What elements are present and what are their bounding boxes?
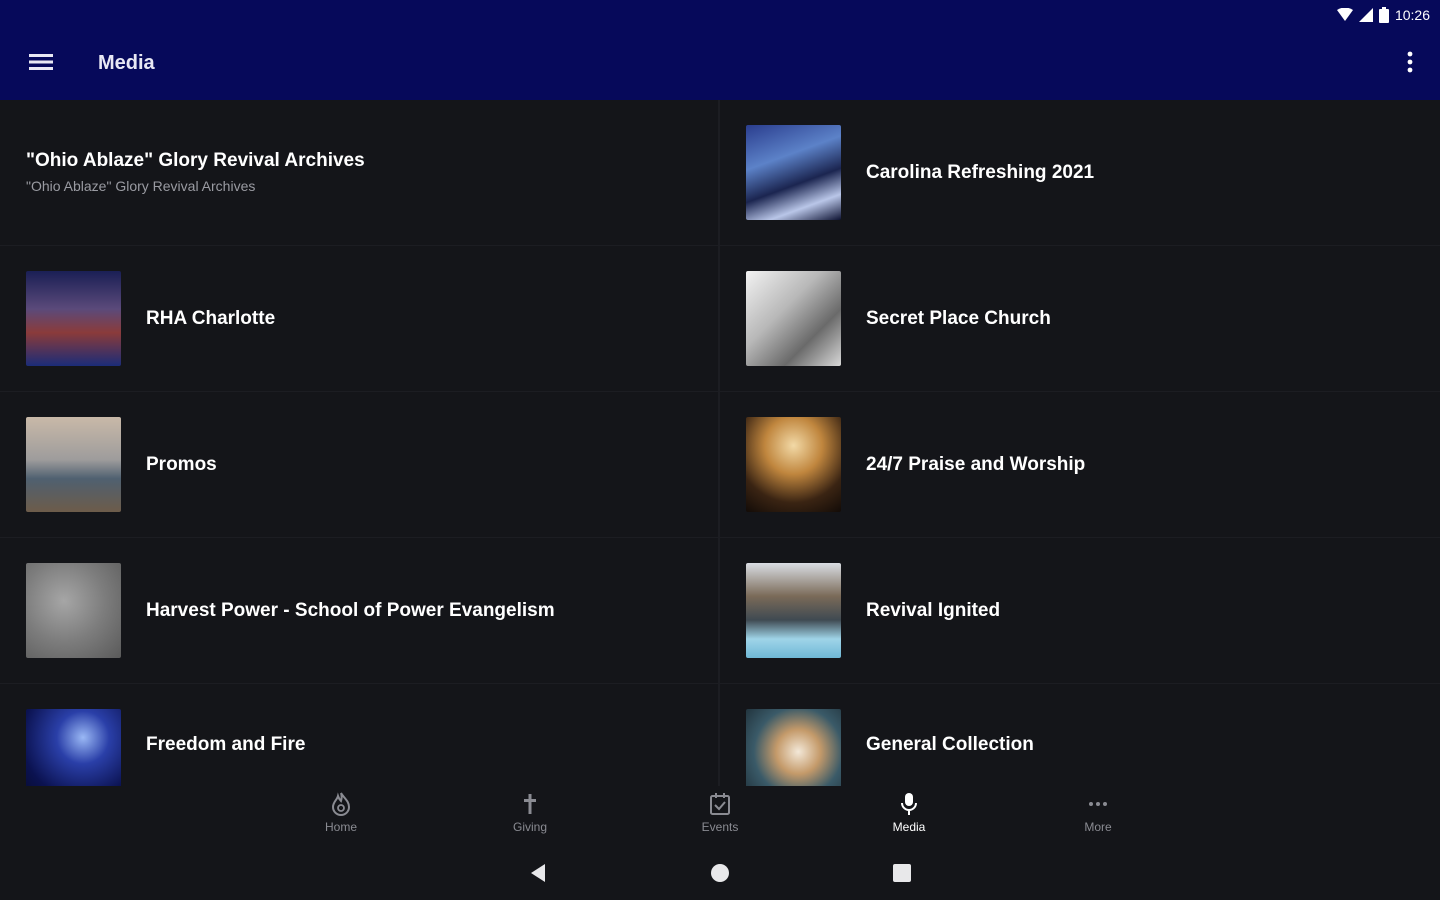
list-item[interactable]: Secret Place Church xyxy=(720,246,1440,392)
nav-label: Media xyxy=(892,820,926,834)
item-title: General Collection xyxy=(866,734,1034,755)
status-time: 10:26 xyxy=(1394,7,1430,23)
signal-icon xyxy=(1358,8,1373,22)
item-thumbnail xyxy=(746,417,841,512)
hamburger-icon xyxy=(29,53,53,76)
media-list: "Ohio Ablaze" Glory Revival Archives "Oh… xyxy=(0,100,1440,786)
list-item[interactable]: Freedom and Fire xyxy=(0,684,720,786)
item-thumbnail xyxy=(26,563,121,658)
nav-item-home[interactable]: Home xyxy=(301,792,381,834)
cross-icon xyxy=(519,792,541,816)
battery-icon xyxy=(1378,7,1389,23)
nav-item-more[interactable]: More xyxy=(1058,792,1138,834)
item-thumbnail xyxy=(746,271,841,366)
home-circle-icon xyxy=(710,863,730,888)
item-title: Harvest Power - School of Power Evangeli… xyxy=(146,600,555,621)
wifi-icon xyxy=(1336,8,1353,22)
nav-label: Home xyxy=(324,820,357,834)
list-item[interactable]: 24/7 Praise and Worship xyxy=(720,392,1440,538)
app-bar: 10:26 Media xyxy=(0,0,1440,100)
more-horizontal-icon xyxy=(1087,792,1109,816)
flame-icon xyxy=(330,792,352,816)
item-thumbnail xyxy=(26,271,121,366)
overflow-menu-button[interactable] xyxy=(1398,48,1422,80)
item-thumbnail xyxy=(746,125,841,220)
item-subtitle: "Ohio Ablaze" Glory Revival Archives xyxy=(26,178,256,194)
item-title: 24/7 Praise and Worship xyxy=(866,454,1086,475)
microphone-icon xyxy=(898,792,920,816)
item-title: Carolina Refreshing 2021 xyxy=(866,162,1095,183)
list-item[interactable]: Promos xyxy=(0,392,720,538)
recents-button[interactable] xyxy=(890,863,914,887)
home-button[interactable] xyxy=(708,863,732,887)
list-item[interactable]: "Ohio Ablaze" Glory Revival Archives "Oh… xyxy=(0,100,720,246)
item-thumbnail xyxy=(746,563,841,658)
nav-item-events[interactable]: Events xyxy=(680,792,760,834)
item-title: Revival Ignited xyxy=(866,600,1001,621)
calendar-check-icon xyxy=(709,792,731,816)
back-button[interactable] xyxy=(526,863,550,887)
bottom-navigation: Home Giving Events Media More xyxy=(0,786,1440,846)
item-title: Secret Place Church xyxy=(866,308,1051,329)
page-title: Media xyxy=(98,52,155,74)
list-item[interactable]: Harvest Power - School of Power Evangeli… xyxy=(0,538,720,684)
list-item[interactable]: General Collection xyxy=(720,684,1440,786)
item-title: RHA Charlotte xyxy=(146,308,276,329)
recents-square-icon xyxy=(892,863,912,888)
item-thumbnail xyxy=(26,709,121,786)
back-triangle-icon xyxy=(529,863,547,888)
menu-button[interactable] xyxy=(22,46,60,82)
system-navigation-bar xyxy=(0,846,1440,900)
list-item[interactable]: RHA Charlotte xyxy=(0,246,720,392)
nav-label: Giving xyxy=(512,820,547,834)
item-title: "Ohio Ablaze" Glory Revival Archives xyxy=(26,150,365,171)
list-item[interactable]: Carolina Refreshing 2021 xyxy=(720,100,1440,246)
nav-item-giving[interactable]: Giving xyxy=(490,792,570,834)
nav-item-media[interactable]: Media xyxy=(869,792,949,834)
item-thumbnail xyxy=(26,417,121,512)
list-item[interactable]: Revival Ignited xyxy=(720,538,1440,684)
status-bar: 10:26 xyxy=(1336,0,1440,30)
item-thumbnail xyxy=(746,709,841,786)
nav-label: Events xyxy=(701,820,739,834)
nav-label: More xyxy=(1084,820,1112,834)
item-title: Freedom and Fire xyxy=(146,734,306,755)
more-vertical-icon xyxy=(1407,51,1413,78)
item-title: Promos xyxy=(146,454,217,475)
